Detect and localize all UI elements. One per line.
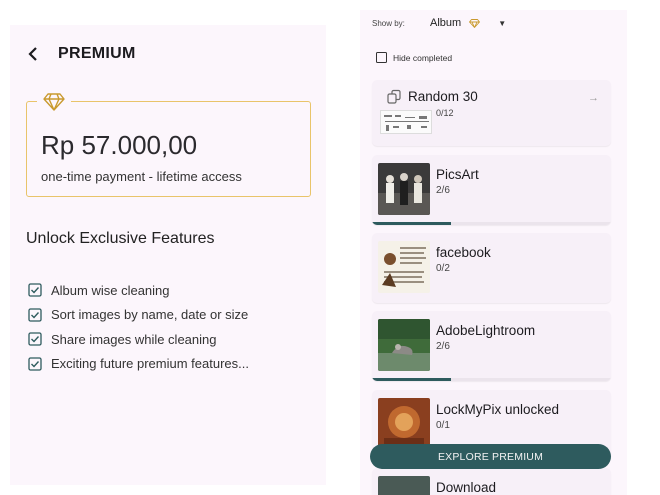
arrow-right-icon[interactable]: → — [588, 92, 599, 104]
hide-completed-toggle[interactable]: Hide completed — [376, 52, 452, 63]
checkbox-checked-icon — [28, 283, 42, 297]
album-card-adobelightroom[interactable]: AdobeLightroom 2/6 — [372, 311, 611, 381]
features-heading: Unlock Exclusive Features — [26, 230, 215, 247]
price-card[interactable]: Rp 57.000,00 one-time payment - lifetime… — [26, 90, 311, 197]
album-count: 2/6 — [436, 185, 450, 196]
feature-item: Exciting future premium features... — [28, 352, 249, 377]
price-value: Rp 57.000,00 — [41, 130, 198, 160]
hide-completed-label: Hide completed — [393, 52, 453, 63]
album-thumbnail — [378, 476, 430, 495]
album-name: facebook — [436, 245, 491, 260]
checkbox-checked-icon — [28, 308, 42, 322]
album-panel: Show by: Album ▼ Hide completed Random 3… — [360, 10, 627, 495]
back-icon[interactable] — [24, 45, 42, 63]
album-progress-fill — [372, 222, 451, 225]
album-card-picsart[interactable]: PicsArt 2/6 — [372, 155, 611, 225]
show-by-label: Show by: — [372, 19, 405, 28]
album-name: AdobeLightroom — [436, 323, 536, 338]
feature-item: Album wise cleaning — [28, 278, 249, 303]
album-card-random[interactable]: Random 30 0/12 → — [372, 80, 611, 146]
diamond-icon — [37, 90, 71, 114]
album-dropdown[interactable]: Album ▼ — [430, 17, 506, 29]
price-note: one-time payment - lifetime access — [41, 169, 242, 184]
premium-panel: PREMIUM Rp 57.000,00 one-time payment - … — [10, 25, 326, 485]
album-count: 0/1 — [436, 420, 450, 431]
checkbox-checked-icon — [28, 357, 42, 371]
diamond-icon — [469, 18, 481, 28]
album-thumbnail — [378, 163, 430, 215]
feature-label: Sort images by name, date or size — [51, 307, 249, 323]
feature-item: Sort images by name, date or size — [28, 303, 249, 328]
feature-label: Exciting future premium features... — [51, 356, 249, 372]
feature-list: Album wise cleaning Sort images by name,… — [28, 278, 249, 376]
album-name: PicsArt — [436, 167, 479, 182]
album-thumbnail — [378, 398, 430, 450]
feature-label: Share images while cleaning — [51, 331, 217, 347]
explore-premium-button[interactable]: EXPLORE PREMIUM — [370, 444, 611, 469]
dropdown-value: Album — [430, 17, 462, 29]
hide-completed-checkbox[interactable] — [376, 52, 387, 63]
page-title: PREMIUM — [58, 45, 136, 62]
header: PREMIUM — [24, 45, 136, 63]
album-progress — [372, 222, 611, 225]
album-card-download[interactable]: Download — [372, 468, 611, 495]
album-progress-fill — [372, 378, 451, 381]
album-name: Random 30 — [408, 89, 478, 104]
album-card-facebook[interactable]: facebook 0/2 — [372, 233, 611, 303]
album-thumbnail — [378, 241, 430, 293]
album-thumbnail — [380, 110, 432, 134]
album-progress — [372, 378, 611, 381]
shuffle-icon — [386, 89, 402, 105]
dropdown-arrow-icon: ▼ — [498, 18, 507, 28]
album-count: 0/12 — [436, 108, 454, 118]
album-name: LockMyPix unlocked — [436, 402, 560, 417]
album-count: 2/6 — [436, 341, 450, 352]
album-thumbnail — [378, 319, 430, 371]
album-count: 0/2 — [436, 263, 450, 274]
album-name: Download — [436, 480, 497, 495]
checkbox-checked-icon — [28, 332, 42, 346]
feature-item: Share images while cleaning — [28, 327, 249, 352]
feature-label: Album wise cleaning — [51, 282, 170, 298]
